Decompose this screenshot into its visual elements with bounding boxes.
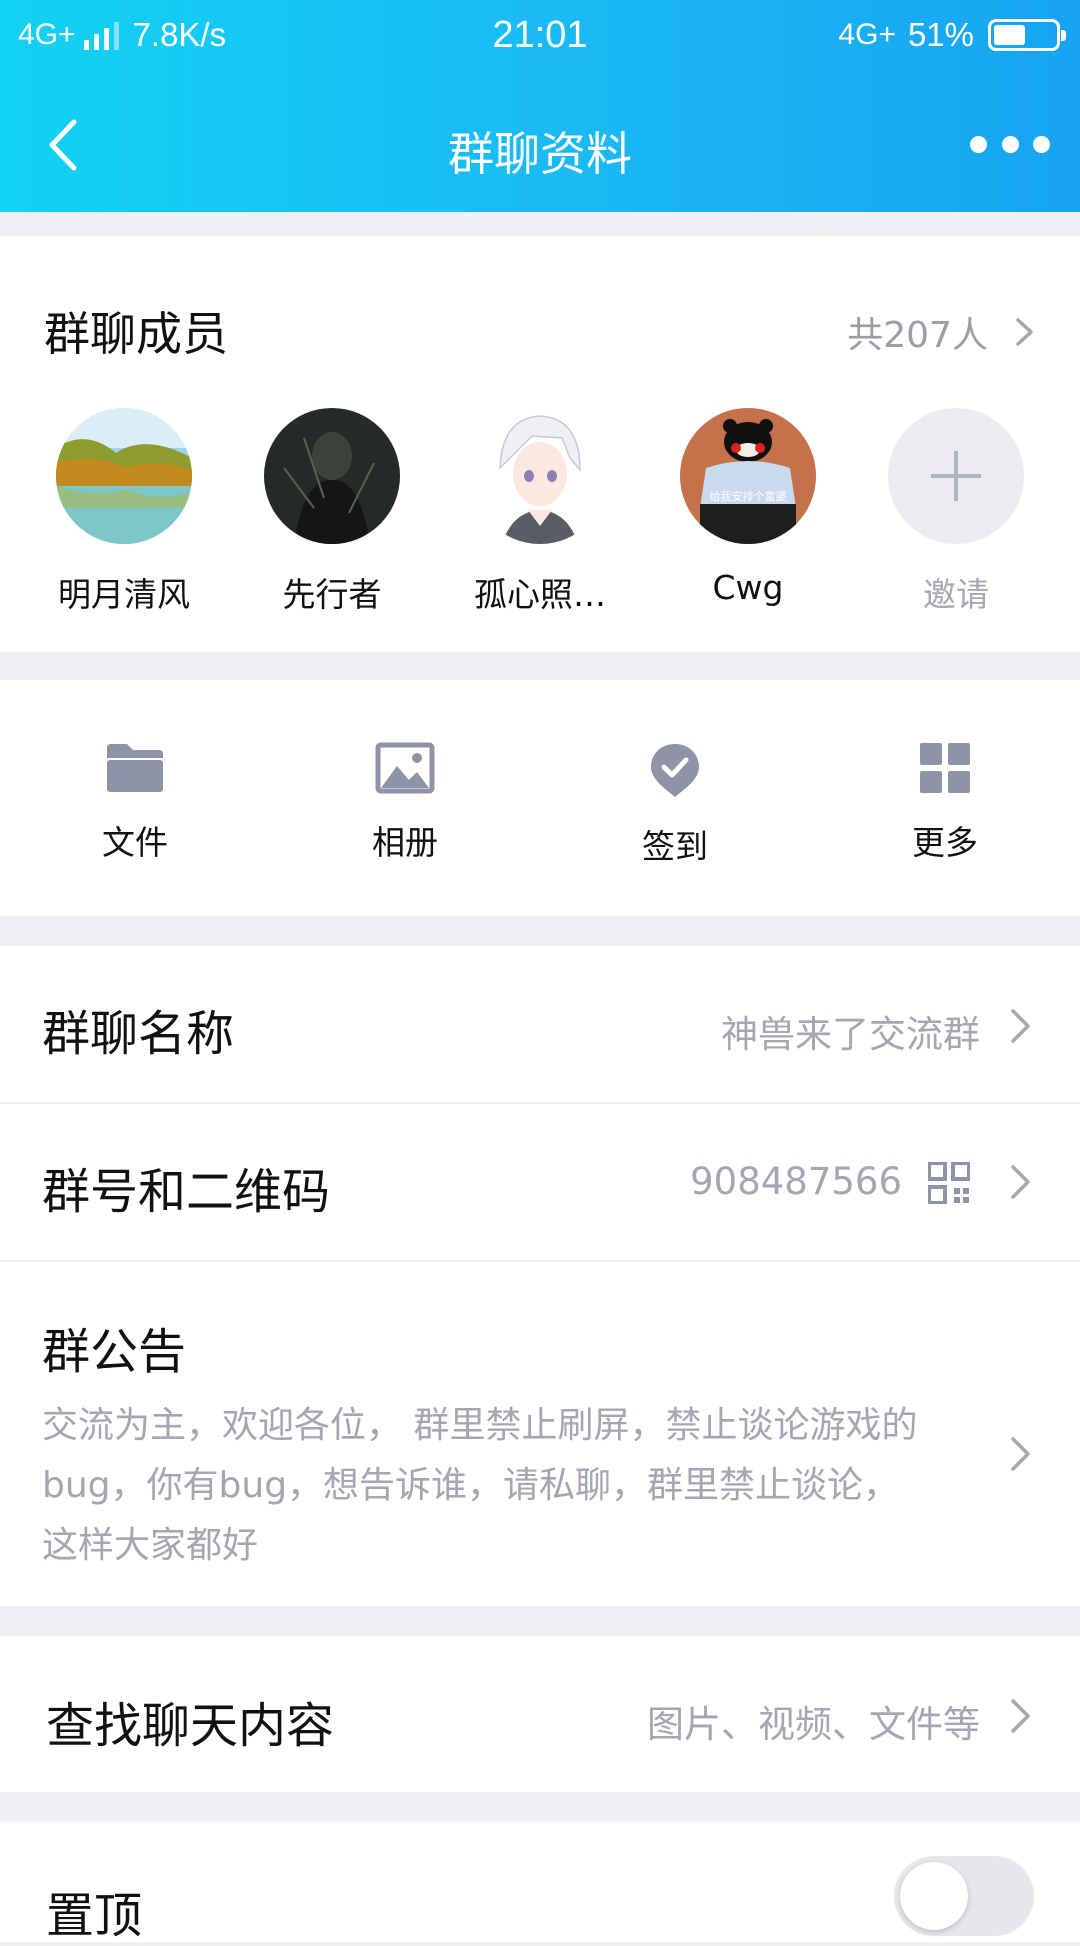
notice-line: 交流为主，欢迎各位， 群里禁止刷屏，禁止谈论游戏的	[42, 1405, 918, 1446]
pin-label: 置顶	[46, 1888, 143, 1944]
members-section: 群聊成员 共207人 明月清风 先行者 孤心照… 给我安排个富婆 Cwg 邀请	[0, 236, 1080, 652]
header: 4G+ 7.8K/s 21:01 4G+ 51% 群聊资料	[0, 0, 1080, 212]
members-count-link[interactable]: 共207人	[847, 306, 1042, 358]
member-name: 孤心照…	[474, 575, 606, 614]
status-right: 4G+ 51%	[838, 16, 1066, 54]
notice-label: 群公告	[42, 1324, 187, 1380]
group-name-value: 神兽来了交流群	[721, 1013, 980, 1056]
group-name-row[interactable]: 群聊名称 神兽来了交流群	[0, 946, 1080, 1102]
tool-label: 更多	[912, 823, 978, 862]
member-item[interactable]: 孤心照…	[440, 408, 640, 616]
qr-code-icon	[928, 1162, 970, 1204]
avatar: 给我安排个富婆	[680, 408, 816, 544]
folder-icon	[107, 744, 163, 792]
pin-row-inner: 置顶	[0, 1822, 1080, 1944]
checkin-pin-icon	[651, 744, 699, 797]
group-id-label: 群号和二维码	[42, 1164, 331, 1220]
tool-files[interactable]: 文件	[0, 742, 270, 864]
tool-label: 文件	[102, 823, 168, 862]
chevron-right-icon	[1011, 1165, 1030, 1199]
avatar	[472, 408, 608, 544]
notice-row[interactable]: 群公告 交流为主，欢迎各位， 群里禁止刷屏，禁止谈论游戏的 bug，你有bug，…	[0, 1262, 1080, 1606]
invite-button[interactable]: 邀请	[856, 408, 1056, 616]
search-chat-row[interactable]: 查找聊天内容 图片、视频、文件等	[0, 1636, 1080, 1792]
invite-label: 邀请	[923, 575, 989, 614]
group-info-list: 群聊名称 神兽来了交流群 群号和二维码 908487566 群公告 交流为主，欢…	[0, 946, 1080, 1606]
pin-row: 置顶	[0, 1822, 1080, 1944]
chevron-right-icon	[1011, 1437, 1030, 1471]
chevron-right-icon	[1011, 1699, 1030, 1733]
battery-percent: 51%	[907, 16, 974, 53]
avatar	[56, 408, 192, 544]
chevron-right-icon	[1016, 318, 1033, 346]
pin-toggle[interactable]	[894, 1856, 1034, 1936]
search-hint: 图片、视频、文件等	[647, 1703, 980, 1746]
tool-label: 签到	[642, 827, 708, 866]
search-label: 查找聊天内容	[46, 1698, 335, 1754]
tools-section: 文件 相册 签到 更多	[0, 680, 1080, 916]
search-row: 查找聊天内容 图片、视频、文件等	[0, 1636, 1080, 1792]
more-dots-icon[interactable]	[970, 124, 1050, 164]
grid-icon	[920, 743, 970, 793]
chevron-right-icon	[1011, 1009, 1030, 1043]
tool-label: 相册	[372, 823, 438, 862]
member-item[interactable]: 先行者	[232, 408, 432, 616]
group-id-row[interactable]: 群号和二维码 908487566	[0, 1104, 1080, 1260]
tool-more[interactable]: 更多	[810, 742, 1080, 864]
avatar-caption: 给我安排个富婆	[710, 489, 787, 503]
notice-text: 交流为主，欢迎各位， 群里禁止刷屏，禁止谈论游戏的 bug，你有bug，想告诉谁…	[42, 1396, 1002, 1576]
group-name-label: 群聊名称	[42, 1006, 235, 1062]
page-title: 群聊资料	[448, 127, 632, 181]
status-bar: 4G+ 7.8K/s 21:01 4G+ 51%	[0, 0, 1080, 72]
notice-line: bug，你有bug，想告诉谁，请私聊，群里禁止谈论，	[42, 1465, 900, 1506]
members-count: 共207人	[847, 315, 988, 356]
network-type-right: 4G+	[838, 18, 896, 51]
battery-icon	[988, 19, 1066, 51]
group-id-value: 908487566	[690, 1160, 902, 1203]
notice-line: 这样大家都好	[42, 1525, 259, 1566]
nav-bar: 群聊资料	[0, 72, 1080, 212]
member-name: 先行者	[282, 575, 382, 614]
members-title: 群聊成员	[44, 307, 228, 361]
member-name: Cwg	[712, 568, 784, 607]
tool-album[interactable]: 相册	[270, 742, 540, 864]
member-item[interactable]: 给我安排个富婆 Cwg	[648, 408, 848, 607]
member-name: 明月清风	[58, 575, 190, 614]
image-icon	[375, 742, 435, 794]
plus-icon	[888, 408, 1024, 544]
tool-checkin[interactable]: 签到	[540, 742, 810, 868]
member-item[interactable]: 明月清风	[24, 408, 224, 616]
avatar	[264, 408, 400, 544]
